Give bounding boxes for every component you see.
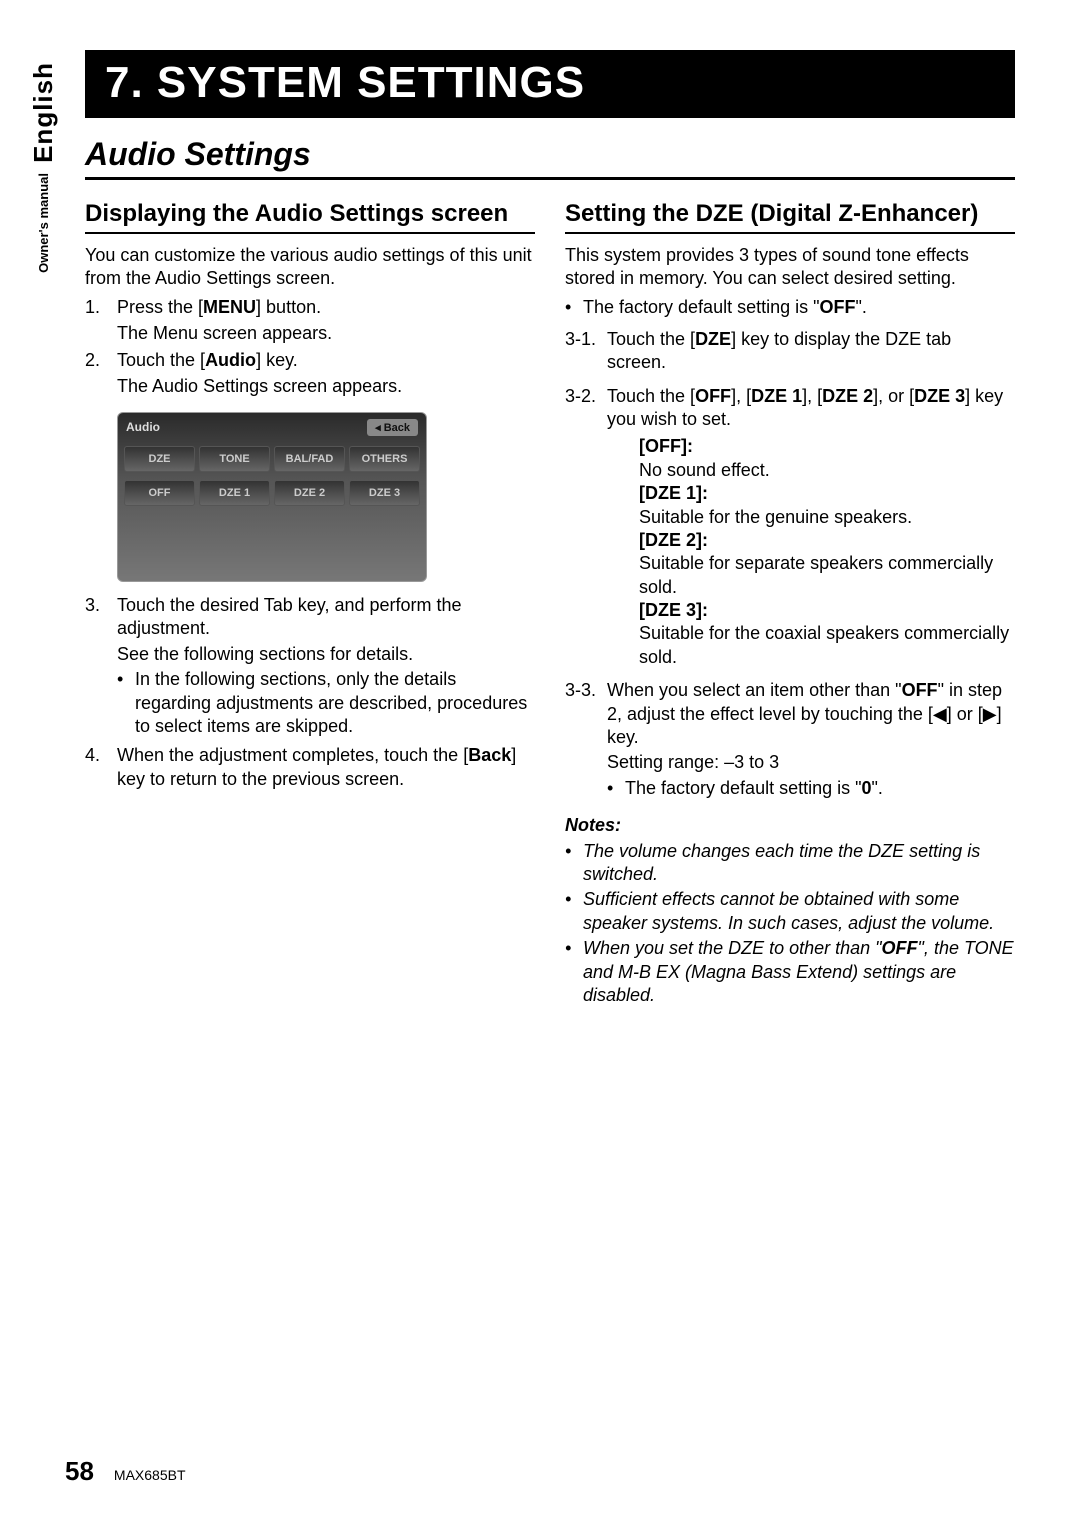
step-text: Press the [MENU] button. The Menu screen… xyxy=(117,296,332,345)
model-number: MAX685BT xyxy=(114,1467,186,1483)
chapter-header: 7. SYSTEM SETTINGS xyxy=(85,50,1015,118)
left-heading: Displaying the Audio Settings screen xyxy=(85,200,535,228)
list-item: 1. Press the [MENU] button. The Menu scr… xyxy=(85,296,535,345)
page-footer: 58 MAX685BT xyxy=(65,1456,186,1487)
list-item: 4. When the adjustment completes, touch … xyxy=(85,744,535,791)
step-number: 2. xyxy=(85,349,117,398)
right-steps: 3-1. Touch the [DZE] key to display the … xyxy=(565,328,1015,375)
divider xyxy=(85,232,535,234)
fig-option: DZE 1 xyxy=(199,480,270,506)
step-text: When you select an item other than "OFF"… xyxy=(607,679,1015,802)
fig-option-row: OFF DZE 1 DZE 2 DZE 3 xyxy=(118,476,426,510)
notes-list: •The volume changes each time the DZE se… xyxy=(565,840,1015,1008)
right-steps-3: 3-3. When you select an item other than … xyxy=(565,679,1015,802)
list-item: • When you set the DZE to other than "OF… xyxy=(565,937,1015,1007)
side-language: English xyxy=(28,62,59,163)
left-intro: You can customize the various audio sett… xyxy=(85,244,535,291)
fig-tab: DZE xyxy=(124,446,195,472)
section-title: Audio Settings xyxy=(85,136,1015,173)
notes-heading: Notes: xyxy=(565,814,1015,837)
step-number: 4. xyxy=(85,744,117,791)
fig-option: DZE 3 xyxy=(349,480,420,506)
fig-tab: BAL/FAD xyxy=(274,446,345,472)
list-item: •The volume changes each time the DZE se… xyxy=(565,840,1015,887)
step-number: 1. xyxy=(85,296,117,345)
list-item: 3-3. When you select an item other than … xyxy=(565,679,1015,802)
right-intro: This system provides 3 types of sound to… xyxy=(565,244,1015,291)
chapter-title: 7. SYSTEM SETTINGS xyxy=(105,58,995,108)
side-tab: English Owner's manual xyxy=(28,62,59,273)
left-column: Displaying the Audio Settings screen You… xyxy=(85,200,535,1009)
section-rule xyxy=(85,177,1015,180)
left-steps: 1. Press the [MENU] button. The Menu scr… xyxy=(85,296,535,398)
right-heading: Setting the DZE (Digital Z-Enhancer) xyxy=(565,200,1015,228)
page-number: 58 xyxy=(65,1456,94,1487)
divider xyxy=(565,232,1015,234)
list-item: •Sufficient effects cannot be obtained w… xyxy=(565,888,1015,935)
bullet-text: The factory default setting is "OFF". xyxy=(583,296,867,319)
left-steps-cont: 3. Touch the desired Tab key, and perfor… xyxy=(85,594,535,791)
audio-settings-figure: Audio ◂ Back DZE TONE BAL/FAD OTHERS OFF… xyxy=(117,412,427,582)
step-number: 3. xyxy=(85,594,117,740)
step-text: Touch the [OFF], [DZE 1], [DZE 2], or [D… xyxy=(607,385,1015,674)
side-owners-manual: Owner's manual xyxy=(36,173,51,273)
fig-option: OFF xyxy=(124,480,195,506)
right-column: Setting the DZE (Digital Z-Enhancer) Thi… xyxy=(565,200,1015,1009)
step-number: 3-3. xyxy=(565,679,607,802)
step-text: Touch the [DZE] key to display the DZE t… xyxy=(607,328,1015,375)
fig-option: DZE 2 xyxy=(274,480,345,506)
fig-tab-row: DZE TONE BAL/FAD OTHERS xyxy=(118,442,426,476)
list-item: 3-1. Touch the [DZE] key to display the … xyxy=(565,328,1015,375)
list-item: • The factory default setting is "0". xyxy=(607,777,1015,800)
list-item: 3. Touch the desired Tab key, and perfor… xyxy=(85,594,535,740)
fig-tab: TONE xyxy=(199,446,270,472)
list-item: 2. Touch the [Audio] key. The Audio Sett… xyxy=(85,349,535,398)
fig-back-button: ◂ Back xyxy=(367,419,418,436)
step-text: Touch the desired Tab key, and perform t… xyxy=(117,594,535,740)
list-item: 3-2. Touch the [OFF], [DZE 1], [DZE 2], … xyxy=(565,385,1015,674)
fig-tab: OTHERS xyxy=(349,446,420,472)
step-number: 3-2. xyxy=(565,385,607,674)
step-text: Touch the [Audio] key. The Audio Setting… xyxy=(117,349,402,398)
step-text: When the adjustment completes, touch the… xyxy=(117,744,535,791)
fig-title: Audio xyxy=(126,420,160,434)
list-item: • The factory default setting is "OFF". xyxy=(565,296,1015,319)
list-item: •In the following sections, only the det… xyxy=(117,668,535,738)
right-steps-2: 3-2. Touch the [OFF], [DZE 1], [DZE 2], … xyxy=(565,385,1015,674)
step-number: 3-1. xyxy=(565,328,607,375)
content-columns: Displaying the Audio Settings screen You… xyxy=(85,200,1015,1009)
